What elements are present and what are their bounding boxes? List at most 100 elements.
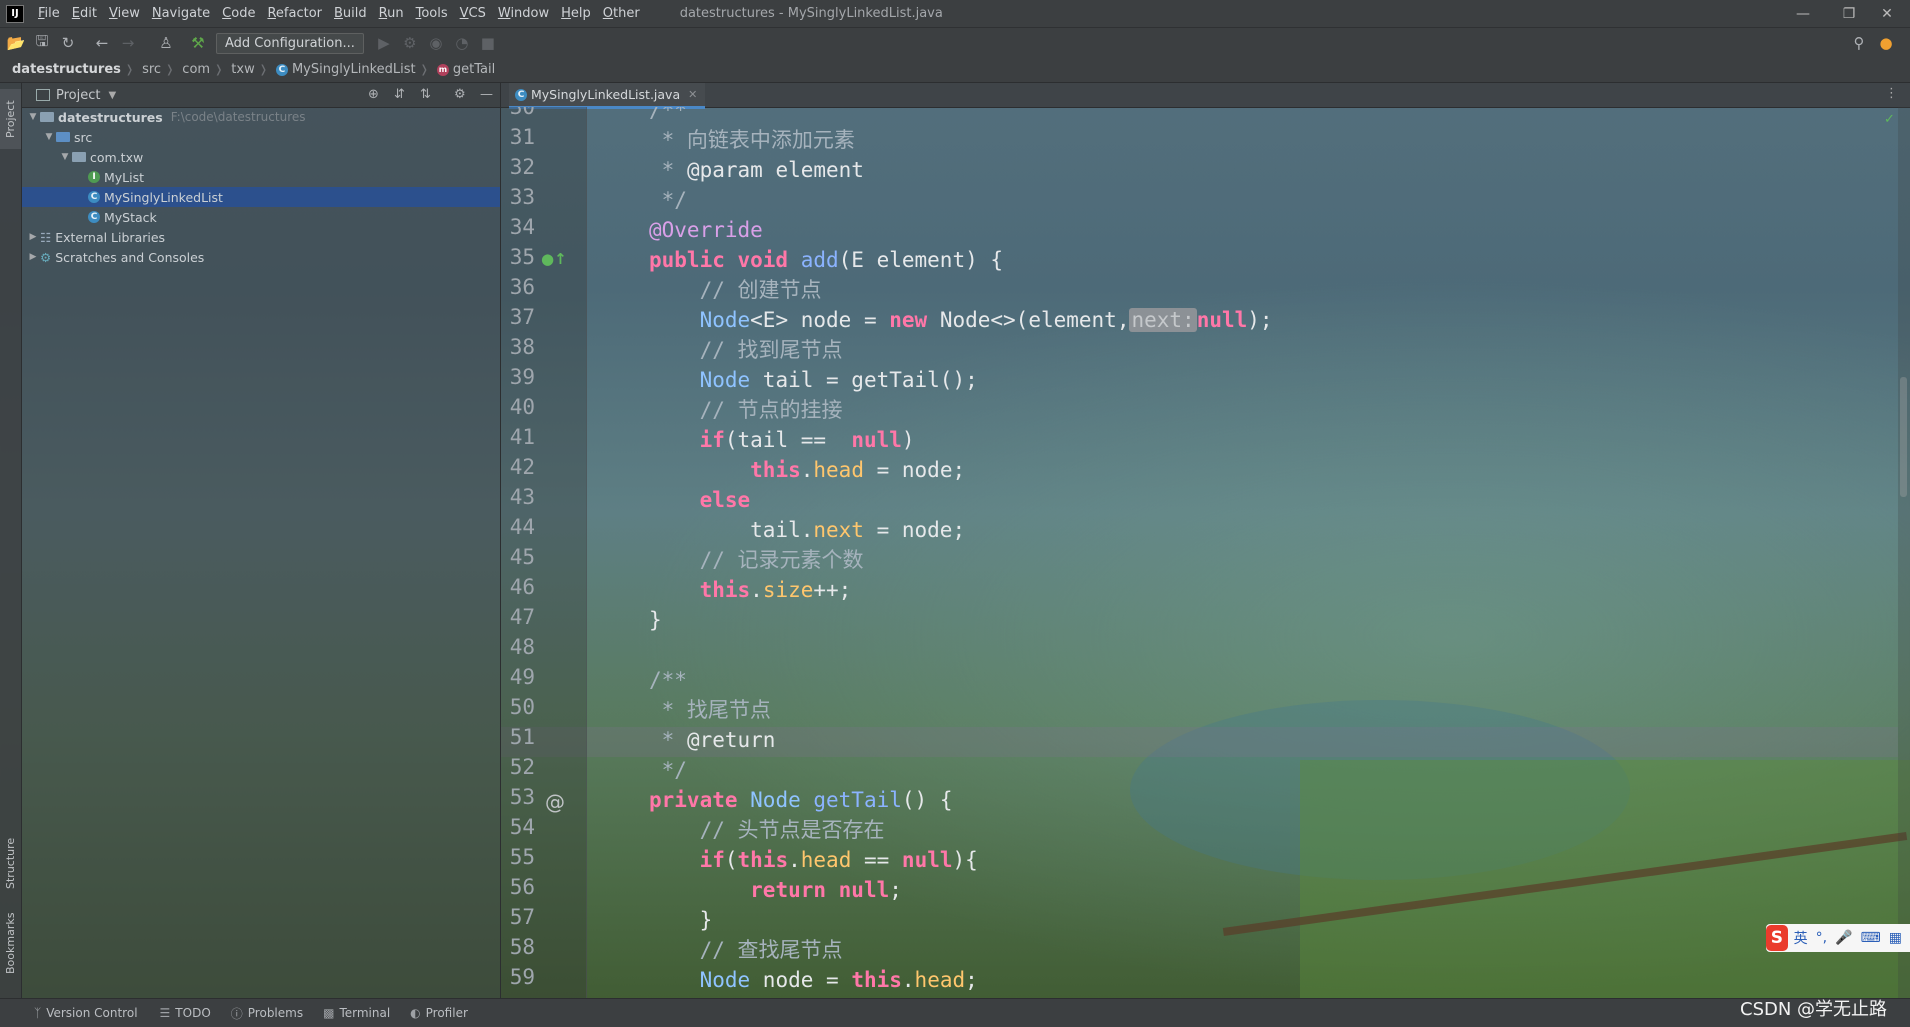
open-folder-icon[interactable]: 📂 — [4, 31, 28, 55]
breadcrumb-txw[interactable]: txw — [223, 62, 258, 77]
code-line: Node node = this.head; — [699, 968, 978, 992]
stop-icon[interactable]: ■ — [476, 31, 500, 55]
line-number: 42 — [509, 455, 535, 479]
menu-code[interactable]: Code — [216, 6, 261, 21]
override-method-icon[interactable]: ●↑ — [541, 250, 567, 268]
profile-icon[interactable]: ◔ — [450, 31, 474, 55]
breadcrumb-com[interactable]: com — [174, 62, 214, 77]
editor-tab-mysinglylinkedlist[interactable]: C MySinglyLinkedList.java ✕ — [509, 83, 706, 109]
menu-navigate[interactable]: Navigate — [146, 6, 216, 21]
menu-run[interactable]: Run — [373, 6, 410, 21]
run-icon[interactable]: ▶ — [372, 31, 396, 55]
no-problems-check-icon[interactable]: ✓ — [1884, 112, 1895, 127]
coverage-icon[interactable]: ◉ — [424, 31, 448, 55]
menu-tools[interactable]: Tools — [410, 6, 454, 21]
line-number: 41 — [509, 425, 535, 449]
sync-icon[interactable]: ↻ — [56, 31, 80, 55]
line-number: 57 — [509, 905, 535, 929]
code-editor[interactable]: /** * 向链表中添加元素 * @param element */ @Over… — [587, 107, 1897, 998]
menu-file[interactable]: File — [32, 6, 66, 21]
menu-other[interactable]: Other — [597, 6, 646, 21]
tree-item-src[interactable]: ▼ src — [22, 127, 520, 147]
microphone-icon[interactable]: 🎤 — [1835, 930, 1852, 946]
code-line: if(tail == null) — [699, 428, 915, 452]
chevron-right-icon[interactable]: ▶ — [26, 232, 40, 242]
save-icon[interactable]: 🖫 — [30, 31, 54, 55]
implementation-icon[interactable]: @ — [545, 790, 565, 814]
line-number: 49 — [509, 665, 535, 689]
breadcrumb-project[interactable]: datestructures — [0, 62, 125, 77]
keyboard-icon[interactable]: ⌨ — [1861, 930, 1881, 946]
line-number: 50 — [509, 695, 535, 719]
debug-icon[interactable]: ⚙ — [398, 31, 422, 55]
project-tool-tab[interactable]: Project — [0, 89, 21, 149]
menu-refactor[interactable]: Refactor — [261, 6, 328, 21]
tree-item-project-root[interactable]: ▼ datestructures F:\code\datestructures — [22, 107, 504, 127]
line-number: 38 — [509, 335, 535, 359]
line-number-gutter: 30 31 32 33 34 35 36 37 38 39 40 41 42 4… — [501, 107, 587, 998]
info-icon: ⓘ — [230, 1006, 243, 1021]
chevron-down-icon[interactable]: ▼ — [58, 152, 72, 162]
tree-item-mysinglylinkedlist[interactable]: C MySinglyLinkedList — [22, 187, 500, 207]
tree-item-external-libraries[interactable]: ▶ ☷ External Libraries — [22, 227, 504, 247]
search-icon[interactable]: ⚲ — [1847, 31, 1871, 55]
editor-tab-bar: C MySinglyLinkedList.java ✕ ⋮ — [501, 83, 1910, 109]
build-hammer-icon[interactable]: ⚒ — [186, 31, 210, 55]
breadcrumb-src[interactable]: src — [134, 62, 165, 77]
breadcrumb-method[interactable]: m getTail — [429, 62, 499, 77]
expand-all-icon[interactable]: ⇵ — [394, 87, 405, 102]
code-line: // 节点的挂接 — [649, 398, 843, 422]
tree-item-mylist[interactable]: I MyList — [22, 167, 566, 187]
forward-arrow-icon[interactable]: → — [116, 31, 140, 55]
line-number: 59 — [509, 965, 535, 989]
terminal-tab[interactable]: ▩ Terminal — [323, 1006, 390, 1020]
menu-edit[interactable]: Edit — [66, 6, 103, 21]
menu-help[interactable]: Help — [555, 6, 597, 21]
more-tabs-icon[interactable]: ⋮ — [1885, 86, 1898, 101]
line-number: 36 — [509, 275, 535, 299]
class-icon: C — [88, 191, 100, 203]
structure-tool-tab[interactable]: Structure — [0, 823, 21, 903]
breadcrumb-class[interactable]: C MySinglyLinkedList — [268, 62, 420, 77]
chevron-down-icon[interactable]: ▼ — [26, 112, 40, 122]
bookmarks-tool-tab[interactable]: Bookmarks — [0, 903, 21, 983]
minimize-icon[interactable]: — — [1780, 0, 1826, 27]
menu-build[interactable]: Build — [328, 6, 373, 21]
line-number: 58 — [509, 935, 535, 959]
title-bar: IJ File Edit View Navigate Code Refactor… — [0, 0, 1910, 27]
ime-language[interactable]: 英 — [1794, 928, 1808, 948]
version-control-tab[interactable]: ᛉ Version Control — [34, 1006, 138, 1020]
close-tab-icon[interactable]: ✕ — [688, 88, 697, 101]
grid-icon[interactable]: ▦ — [1889, 930, 1902, 946]
punctuation-icon[interactable]: °, — [1816, 930, 1827, 946]
menu-window[interactable]: Window — [492, 6, 555, 21]
gear-icon[interactable]: ⚙ — [454, 87, 466, 102]
code-line: @Override — [649, 218, 763, 242]
tree-item-package[interactable]: ▼ com.txw — [22, 147, 536, 167]
tree-item-mystack[interactable]: C MyStack — [22, 207, 566, 227]
menu-view[interactable]: View — [103, 6, 146, 21]
collapse-all-icon[interactable]: ⇅ — [420, 87, 431, 102]
update-icon[interactable]: ● — [1874, 31, 1898, 55]
close-icon[interactable]: ✕ — [1864, 0, 1910, 27]
add-configuration-button[interactable]: Add Configuration... — [216, 32, 364, 54]
editor-scrollbar[interactable] — [1898, 107, 1910, 998]
chevron-down-icon[interactable]: ▼ — [108, 90, 116, 101]
todo-tab[interactable]: ☰ TODO — [160, 1006, 211, 1020]
scrollbar-thumb[interactable] — [1900, 377, 1907, 497]
locate-icon[interactable]: ⊕ — [368, 87, 379, 102]
project-panel-title[interactable]: Project — [56, 88, 100, 103]
problems-tab[interactable]: ⓘ Problems — [231, 1005, 303, 1022]
chevron-right-icon[interactable]: ▶ — [26, 252, 40, 262]
chevron-down-icon[interactable]: ▼ — [42, 132, 56, 142]
menu-vcs[interactable]: VCS — [454, 6, 492, 21]
back-arrow-icon[interactable]: ← — [90, 31, 114, 55]
user-icon[interactable]: ♙ — [154, 31, 178, 55]
tree-item-scratches[interactable]: ▶ ⚙ Scratches and Consoles — [22, 247, 504, 267]
ime-toolbar[interactable]: S 英 °, 🎤 ⌨ ▦ — [1766, 924, 1910, 952]
line-number: 52 — [509, 755, 535, 779]
profiler-tab[interactable]: ◐ Profiler — [410, 1006, 468, 1020]
line-number: 33 — [509, 185, 535, 209]
hide-panel-icon[interactable]: — — [480, 87, 493, 102]
code-line: if(this.head == null){ — [699, 848, 978, 872]
